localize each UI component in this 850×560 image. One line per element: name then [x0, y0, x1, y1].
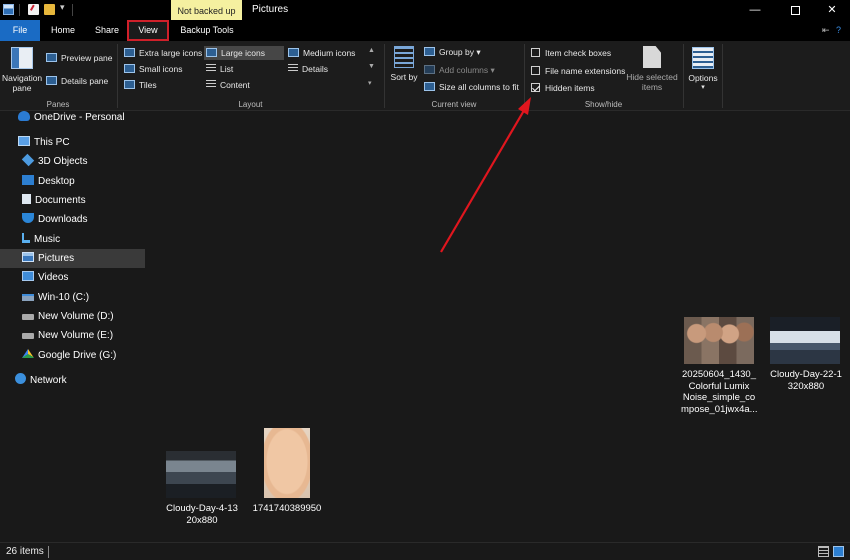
large-icons-view-toggle-icon[interactable] [833, 546, 844, 557]
details-view-toggle-icon[interactable] [818, 546, 829, 557]
divider [48, 546, 49, 558]
status-bar: 26 items [0, 542, 850, 560]
annotation-arrow-line [440, 106, 527, 253]
annotation-arrow [440, 97, 531, 253]
item-count: 26 items [6, 546, 44, 557]
annotation-arrow-head [518, 97, 531, 115]
